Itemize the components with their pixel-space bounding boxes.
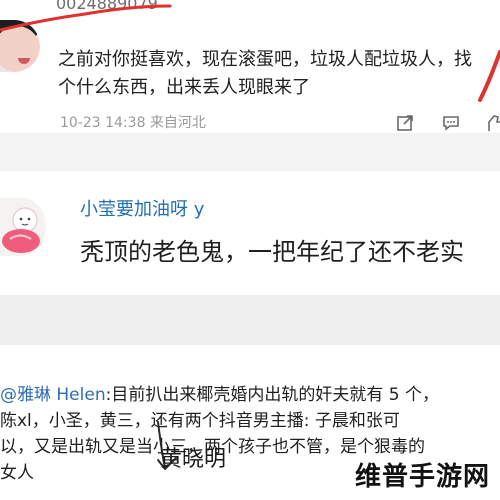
avatar[interactable] bbox=[0, 198, 46, 256]
share-icon[interactable] bbox=[395, 113, 415, 133]
gray-divider bbox=[0, 295, 500, 345]
comment-panel-2 bbox=[0, 171, 500, 295]
like-icon[interactable] bbox=[488, 113, 500, 133]
comment-text: 秃顶的老色鬼，一把年纪了还不老实 bbox=[80, 238, 464, 266]
username-text: 0024889079 bbox=[56, 0, 158, 12]
avatar[interactable] bbox=[0, 20, 40, 72]
gray-divider bbox=[0, 133, 500, 171]
username[interactable]: 小莹要加油呀 y bbox=[80, 198, 204, 222]
comment-text: 之前对你挺喜欢，现在滚蛋吧，垃圾人配垃圾人，找个什么东西，出来丢人现眼来了 bbox=[58, 49, 472, 98]
watermark: 维普手游网 bbox=[354, 462, 490, 492]
comment-icon[interactable] bbox=[441, 113, 461, 133]
mention-link[interactable]: @雅琳 Helen bbox=[0, 385, 106, 405]
handwritten-label: 黄晓明 bbox=[160, 447, 227, 472]
comment-meta: 10-23 14:38 来自河北 bbox=[60, 115, 206, 131]
username-partial[interactable]: 0024889079 bbox=[56, 0, 236, 12]
